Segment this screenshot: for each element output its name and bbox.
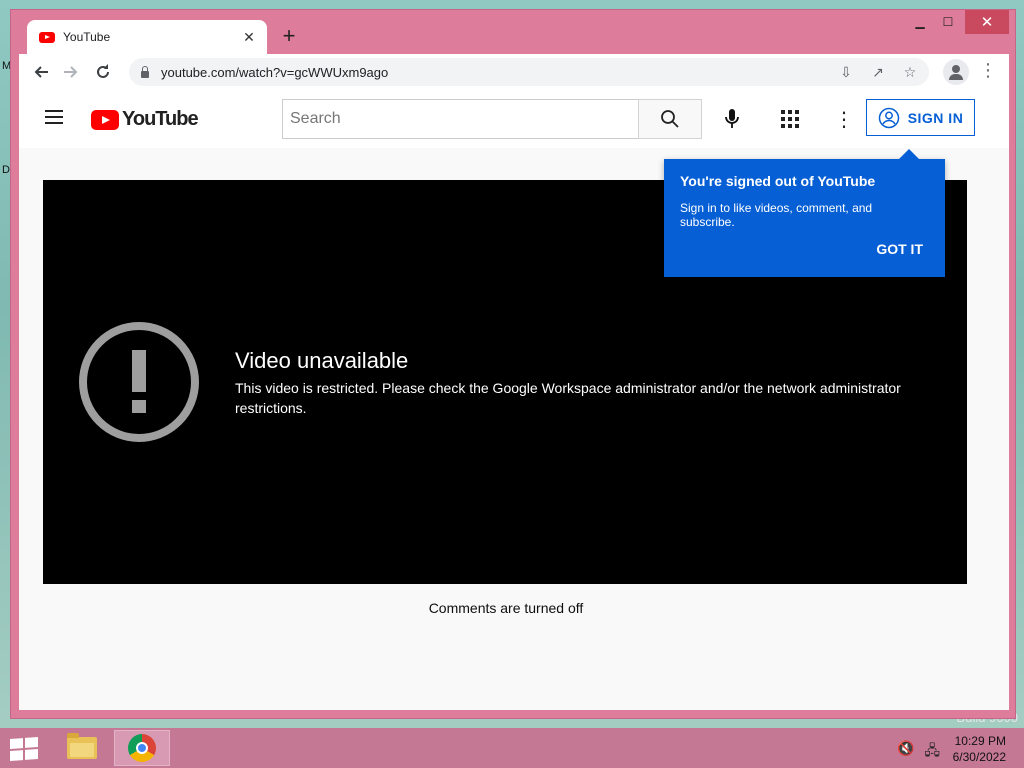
tooltip-title: You're signed out of YouTube — [680, 173, 876, 189]
file-explorer-icon — [67, 733, 97, 759]
chrome-icon — [128, 734, 156, 762]
file-explorer-button[interactable] — [54, 730, 110, 766]
youtube-page: YouTube ⋮ SIGN IN Vide — [19, 90, 1009, 710]
forward-arrow-icon[interactable] — [59, 60, 83, 84]
back-arrow-icon[interactable] — [29, 60, 53, 84]
tab-title: YouTube — [63, 30, 111, 44]
lock-icon — [141, 65, 149, 78]
tab-strip: YouTube ✕ + ▁ ☐ ✕ — [11, 10, 1015, 54]
got-it-button[interactable]: GOT IT — [876, 241, 923, 257]
youtube-masthead: YouTube ⋮ SIGN IN — [19, 90, 1009, 148]
voice-search-button[interactable] — [719, 106, 745, 132]
youtube-logo[interactable]: YouTube — [91, 108, 199, 131]
microphone-icon — [725, 109, 739, 128]
account-circle-icon — [878, 107, 899, 128]
browser-window: YouTube ✕ + ▁ ☐ ✕ youtube.com/watch?v=gc… — [10, 9, 1016, 719]
sign-in-label: SIGN IN — [907, 109, 964, 126]
search-icon — [661, 110, 679, 128]
error-title: Video unavailable — [235, 348, 409, 373]
bookmark-star-icon[interactable]: ☆ — [901, 64, 919, 81]
tab-youtube[interactable]: YouTube ✕ — [27, 20, 267, 54]
sign-in-button[interactable]: SIGN IN — [866, 99, 975, 136]
comments-disabled-text: Comments are turned off — [428, 600, 584, 616]
search-box[interactable] — [282, 99, 639, 139]
signed-out-tooltip: You're signed out of YouTube Sign in to … — [664, 149, 945, 277]
maximize-button[interactable]: ☐ — [933, 10, 963, 34]
clock-date: 6/30/2022 — [952, 750, 1006, 764]
reload-icon[interactable] — [91, 60, 115, 84]
search-button[interactable] — [638, 99, 702, 139]
guide-menu-icon[interactable] — [45, 110, 63, 124]
close-window-button[interactable]: ✕ — [965, 10, 1009, 34]
browser-toolbar: youtube.com/watch?v=gcWWUxm9ago ⇩ ↗ ☆ ⋮ — [19, 54, 1009, 90]
error-message: This video is restricted. Please check t… — [235, 380, 901, 416]
settings-more-icon[interactable]: ⋮ — [834, 107, 854, 132]
tab-close-icon[interactable]: ✕ — [241, 29, 257, 46]
clock-time: 10:29 PM — [954, 734, 1006, 748]
search-input[interactable] — [290, 110, 638, 128]
taskbar-clock[interactable]: 10:29 PM 6/30/2022 — [953, 733, 1006, 765]
profile-avatar-icon[interactable] — [943, 59, 969, 85]
network-icon[interactable]: 🖧 — [924, 740, 940, 764]
chrome-taskbar-button[interactable] — [114, 730, 170, 766]
browser-menu-icon[interactable]: ⋮ — [979, 60, 997, 81]
exclamation-circle-icon — [79, 322, 199, 442]
windows-taskbar: 🔇 🖧 10:29 PM 6/30/2022 — [0, 728, 1024, 768]
minimize-button[interactable]: ▁ — [905, 10, 935, 34]
desktop-label-d: D — [2, 164, 10, 176]
tooltip-body: Sign in to like videos, comment, and sub… — [680, 201, 873, 229]
share-icon[interactable]: ↗ — [869, 64, 887, 81]
system-tray: 🔇 🖧 — [897, 740, 940, 764]
youtube-favicon-icon — [39, 31, 55, 43]
volume-muted-icon[interactable]: 🔇 — [897, 740, 914, 764]
url-text: youtube.com/watch?v=gcWWUxm9ago — [161, 64, 389, 80]
youtube-apps-grid-icon[interactable] — [781, 110, 799, 128]
windows-start-icon[interactable] — [10, 737, 38, 761]
youtube-play-logo-icon — [91, 109, 119, 130]
new-tab-button[interactable]: + — [279, 24, 299, 48]
address-bar[interactable]: youtube.com/watch?v=gcWWUxm9ago ⇩ ↗ ☆ — [129, 58, 929, 86]
install-app-icon[interactable]: ⇩ — [837, 64, 855, 81]
youtube-logo-text: YouTube — [122, 108, 199, 130]
